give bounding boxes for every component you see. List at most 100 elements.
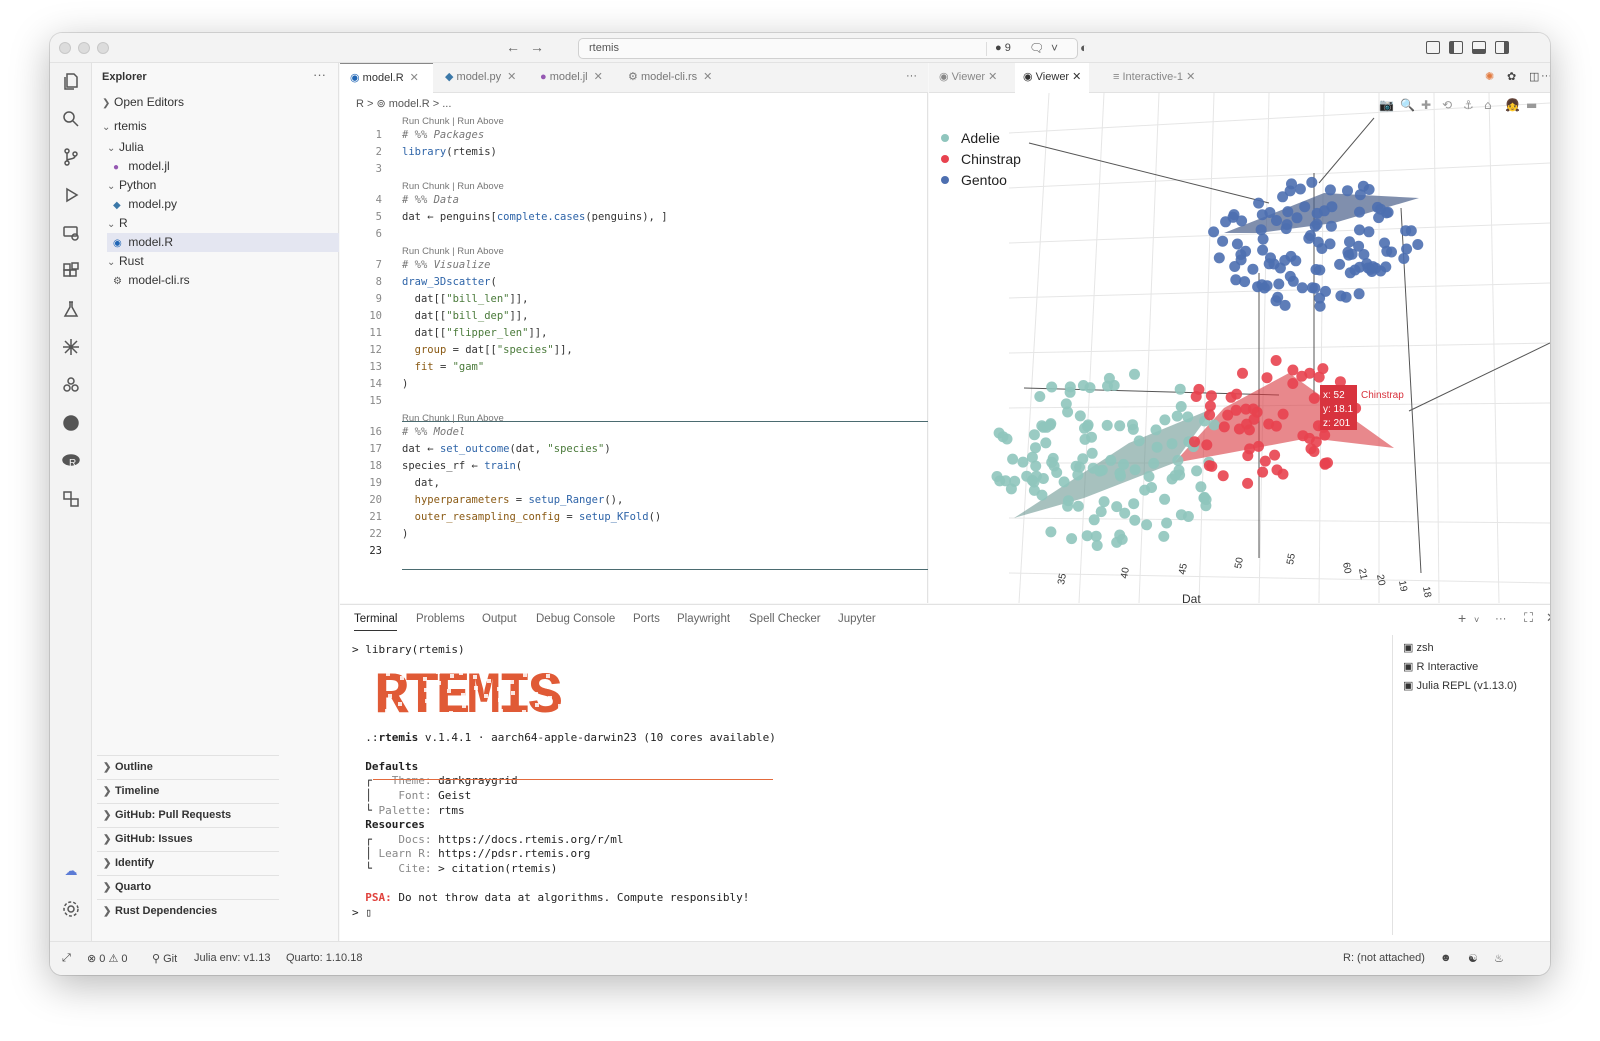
chat-icon[interactable]: 🗨 — [1029, 41, 1044, 55]
adelie-point[interactable] — [1037, 473, 1049, 484]
adelie-point[interactable] — [1091, 540, 1103, 551]
tab-model-py[interactable]: ◆ model.py ✕ — [435, 63, 526, 93]
code-line[interactable]: 16 # %% Model — [340, 426, 928, 443]
terminal-item-julia-repl[interactable]: ▣ Julia REPL (v1.13.0) — [1403, 679, 1517, 692]
adelie-point[interactable] — [1007, 453, 1019, 465]
adelie-point[interactable] — [1191, 465, 1203, 477]
toggle-primary-sidebar-icon[interactable] — [1449, 41, 1463, 54]
chevron-down-icon[interactable]: ˅ — [1474, 615, 1479, 625]
adelie-point[interactable] — [1021, 470, 1033, 482]
gentoo-point[interactable] — [1310, 264, 1322, 275]
tab-model-cli-rs[interactable]: ⚙ model-cli.rs ✕ — [618, 63, 722, 93]
plot-toolbar-icon[interactable]: ▬ — [1526, 98, 1537, 112]
adelie-point[interactable] — [1175, 401, 1187, 412]
code-line[interactable]: 8 draw_3Dscatter( — [340, 276, 928, 293]
explorer-more-icon[interactable]: ··· — [313, 67, 326, 82]
chinstrap-point[interactable] — [1190, 391, 1202, 402]
chinstrap-point[interactable] — [1287, 364, 1299, 376]
back-arrow-icon[interactable]: ← — [506, 39, 520, 55]
gentoo-point[interactable] — [1373, 212, 1385, 224]
adelie-point[interactable] — [1082, 419, 1094, 431]
toggle-secondary-sidebar-icon[interactable] — [1495, 41, 1509, 54]
gentoo-point[interactable] — [1257, 233, 1269, 245]
manage-gear-icon[interactable] — [59, 897, 83, 921]
chinstrap-point[interactable] — [1230, 404, 1242, 416]
gentoo-point[interactable] — [1213, 252, 1225, 264]
chinstrap-point[interactable] — [1269, 449, 1281, 461]
notifications-bell-icon[interactable]: ♨ — [1494, 952, 1504, 965]
gentoo-point[interactable] — [1326, 201, 1338, 213]
chinstrap-point[interactable] — [1231, 388, 1243, 400]
identify-section[interactable]: ❯ Identify — [97, 851, 279, 875]
close-icon[interactable]: ✕ — [988, 71, 997, 83]
adelie-point[interactable] — [1171, 410, 1183, 422]
gentoo-point[interactable] — [1277, 191, 1289, 203]
gentoo-point[interactable] — [1412, 239, 1424, 250]
chinstrap-point[interactable] — [1205, 390, 1217, 402]
chinstrap-point[interactable] — [1237, 367, 1248, 379]
plot-toolbar-icon[interactable]: ⟲ — [1442, 98, 1452, 112]
gentoo-point[interactable] — [1382, 206, 1394, 218]
chinstrap-point[interactable] — [1270, 420, 1282, 432]
chinstrap-point[interactable] — [1270, 355, 1282, 366]
code-line[interactable]: 19 dat, — [340, 477, 928, 494]
adelie-point[interactable] — [1028, 429, 1040, 441]
gentoo-point[interactable] — [1306, 176, 1318, 188]
remote-icon[interactable]: ⤢ — [62, 952, 71, 965]
adelie-point[interactable] — [1045, 526, 1057, 538]
tree-file-model-r[interactable]: ◉ model.R — [107, 233, 339, 252]
adelie-point[interactable] — [1103, 372, 1115, 384]
adelie-point[interactable] — [1095, 506, 1107, 518]
terminal-item-r-interactive[interactable]: ▣ R Interactive — [1403, 660, 1478, 673]
codelens-run-chunk[interactable]: Run Chunk | Run Above — [402, 413, 504, 425]
code-line[interactable]: 2 library(rtemis) — [340, 146, 928, 163]
gentoo-point[interactable] — [1229, 261, 1241, 272]
chinstrap-point[interactable] — [1242, 477, 1254, 489]
rust-dependencies-section[interactable]: ❯ Rust Dependencies — [97, 899, 279, 923]
code-line[interactable]: 9 dat[["bill_len"]], — [340, 293, 928, 310]
gentoo-point[interactable] — [1257, 244, 1269, 256]
adelie-point[interactable] — [1151, 441, 1163, 453]
adelie-point[interactable] — [991, 471, 1003, 482]
chinstrap-point[interactable] — [1319, 457, 1331, 469]
julia-env-status[interactable]: Julia env: v1.13 — [194, 952, 270, 964]
gentoo-point[interactable] — [1256, 279, 1268, 291]
chinstrap-point[interactable] — [1217, 470, 1229, 482]
adelie-point[interactable] — [1046, 381, 1058, 393]
gentoo-point[interactable] — [1401, 243, 1413, 255]
gentoo-point[interactable] — [1227, 211, 1239, 223]
minimize-window-button[interactable] — [78, 42, 90, 54]
adelie-point[interactable] — [1195, 481, 1207, 493]
adelie-point[interactable] — [1084, 382, 1096, 394]
chinstrap-point[interactable] — [1305, 443, 1317, 455]
adelie-point[interactable] — [1129, 368, 1140, 380]
plot-toolbar-icon[interactable]: 🔍 — [1400, 97, 1415, 112]
gentoo-point[interactable] — [1386, 246, 1397, 258]
search-icon[interactable] — [59, 107, 83, 131]
code-line[interactable]: 5 dat ← penguins[complete.cases(penguins)… — [340, 211, 928, 228]
gentoo-point[interactable] — [1247, 263, 1259, 275]
notification-badge[interactable]: ● 9 — [986, 42, 1011, 56]
code-line[interactable]: 6 — [340, 228, 928, 245]
adelie-point[interactable] — [1114, 529, 1126, 541]
chevron-down-icon[interactable]: ˅ — [1051, 41, 1058, 55]
gentoo-point[interactable] — [1312, 236, 1324, 248]
gentoo-point[interactable] — [1334, 258, 1346, 270]
chinstrap-point[interactable] — [1308, 392, 1320, 404]
extensions-icon[interactable] — [59, 259, 83, 283]
legend-item-gentoo[interactable]: Gentoo — [941, 169, 1021, 190]
tab-viewer-1[interactable]: ◉ Viewer ✕ — [931, 63, 1005, 93]
panel-more-icon[interactable]: ··· — [1495, 613, 1507, 625]
code-line[interactable]: 20 hyperparameters = setup_Ranger(), — [340, 494, 928, 511]
plot-canvas[interactable]: x: 52y: 18.1z: 201Chinstrap35 40 45 50 5560 2… — [929, 93, 1550, 603]
adelie-point[interactable] — [1174, 383, 1186, 395]
codelens-run-chunk[interactable]: Run Chunk | Run Above — [402, 246, 504, 258]
viewer-more-icon[interactable]: ··· — [1541, 63, 1550, 93]
adelie-point[interactable] — [1143, 471, 1155, 482]
adelie-point[interactable] — [1044, 419, 1056, 431]
adelie-point[interactable] — [1128, 498, 1140, 510]
tab-problems[interactable]: Problems — [416, 613, 465, 625]
adelie-point[interactable] — [1009, 475, 1021, 487]
tab-debug-console[interactable]: Debug Console — [536, 613, 615, 625]
adelie-point[interactable] — [1173, 464, 1185, 476]
